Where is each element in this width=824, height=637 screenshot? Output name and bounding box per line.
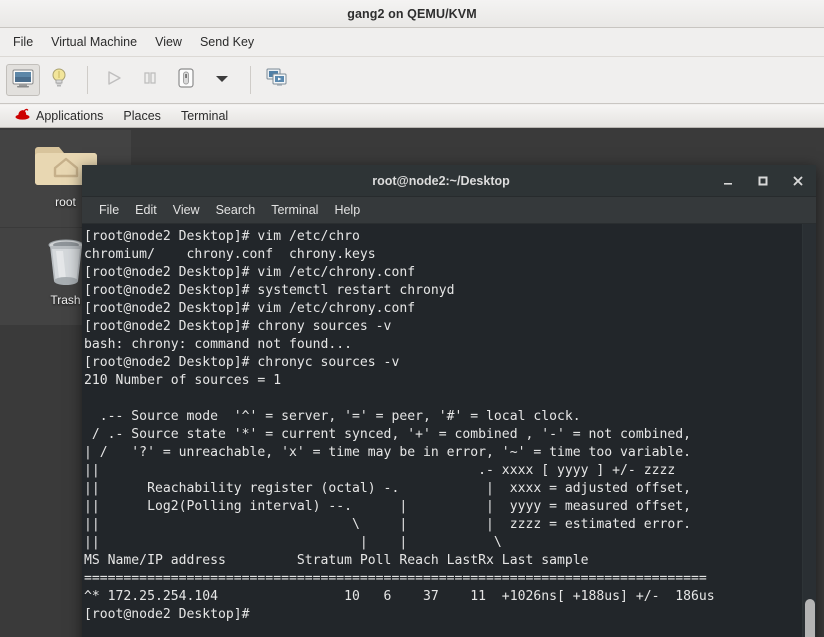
- guest-screen: Applications Places Terminal root Trash …: [0, 105, 824, 637]
- vm-window-title: gang2 on QEMU/KVM: [347, 6, 477, 21]
- terminal-titlebar[interactable]: root@node2:~/Desktop: [82, 165, 816, 197]
- terminal-menubar: File Edit View Search Terminal Help: [82, 197, 816, 224]
- monitor-icon: [12, 68, 34, 93]
- terminal-menu-view[interactable]: View: [165, 200, 208, 220]
- pause-icon: [141, 69, 159, 92]
- vm-titlebar: gang2 on QEMU/KVM: [0, 0, 824, 28]
- show-details-button[interactable]: [42, 64, 76, 96]
- shutdown-button[interactable]: [169, 64, 203, 96]
- terminal-scrollbar-thumb[interactable]: [805, 598, 815, 637]
- virt-manager-window: gang2 on QEMU/KVM File Virtual Machine V…: [0, 0, 824, 637]
- fullscreen-button[interactable]: [260, 64, 294, 96]
- desktop-icon-label-home: root: [55, 195, 76, 209]
- vm-toolbar: [0, 57, 824, 104]
- desktop-icon-label-trash: Trash: [50, 293, 81, 307]
- shutdown-dropdown[interactable]: [205, 64, 239, 96]
- panel-terminal-menu[interactable]: Terminal: [171, 107, 238, 125]
- show-console-button[interactable]: [6, 64, 40, 96]
- terminal-menu-edit[interactable]: Edit: [127, 200, 165, 220]
- play-icon: [105, 69, 123, 92]
- close-button[interactable]: [790, 173, 806, 189]
- minimize-button[interactable]: [720, 173, 736, 189]
- panel-places-menu[interactable]: Places: [113, 107, 171, 125]
- vm-menubar: File Virtual Machine View Send Key: [0, 28, 824, 57]
- terminal-menu-search[interactable]: Search: [208, 200, 264, 220]
- terminal-window: root@node2:~/Desktop File Edit View Sear…: [82, 165, 816, 637]
- terminal-menu-terminal[interactable]: Terminal: [263, 200, 326, 220]
- terminal-body[interactable]: [root@node2 Desktop]# vim /etc/chro chro…: [82, 224, 816, 637]
- desktop-surface[interactable]: root Trash root@node2:~/Desktop File Edi…: [0, 128, 824, 637]
- panel-item-label-applications: Applications: [36, 109, 104, 123]
- toolbar-separator-2: [250, 66, 251, 94]
- terminal-scrollbar[interactable]: [802, 224, 816, 637]
- toolbar-separator-1: [87, 66, 88, 94]
- vm-menu-file[interactable]: File: [4, 31, 42, 53]
- terminal-menu-file[interactable]: File: [91, 200, 127, 220]
- terminal-menu-help[interactable]: Help: [326, 200, 368, 220]
- run-button[interactable]: [97, 64, 131, 96]
- gnome-panel: Applications Places Terminal: [0, 105, 824, 128]
- terminal-window-controls: [720, 173, 816, 189]
- terminal-window-title: root@node2:~/Desktop: [372, 173, 510, 188]
- screens-icon: [266, 68, 288, 93]
- vm-menu-send-key[interactable]: Send Key: [191, 31, 263, 53]
- maximize-button[interactable]: [755, 173, 771, 189]
- panel-item-label-terminal: Terminal: [180, 109, 229, 123]
- redhat-logo-icon: [15, 108, 30, 124]
- vm-menu-view[interactable]: View: [146, 31, 191, 53]
- lightbulb-icon: [50, 67, 68, 94]
- panel-applications-menu[interactable]: Applications: [5, 106, 113, 126]
- vm-menu-virtual-machine[interactable]: Virtual Machine: [42, 31, 146, 53]
- panel-item-label-places: Places: [123, 109, 161, 123]
- chevron-down-icon: [215, 71, 229, 89]
- terminal-output[interactable]: [root@node2 Desktop]# vim /etc/chro chro…: [82, 224, 802, 637]
- power-icon: [176, 67, 196, 94]
- pause-button[interactable]: [133, 64, 167, 96]
